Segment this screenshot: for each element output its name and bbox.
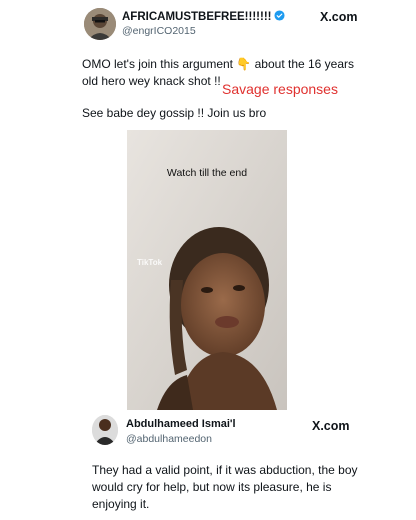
display-name[interactable]: Abdulhameed Ismai'l xyxy=(126,418,236,430)
tiktok-watermark: TikTok xyxy=(137,258,163,267)
tweet-text-secondary: See babe dey gossip !! Join us bro xyxy=(82,106,267,120)
x-brand-logo: X.com xyxy=(320,10,358,24)
video-player[interactable]: Watch till the end TikTok xyxy=(127,130,287,410)
x-brand-logo: X.com xyxy=(312,419,350,433)
user-handle[interactable]: @engrICO2015 xyxy=(122,25,196,37)
user-handle[interactable]: @abdulhameedon xyxy=(126,433,212,445)
overlay-label: Savage responses xyxy=(222,81,338,97)
verified-badge-icon xyxy=(274,10,286,21)
tweet-text: They had a valid point, if it was abduct… xyxy=(92,463,358,511)
avatar[interactable] xyxy=(92,415,118,445)
video-caption: Watch till the end xyxy=(166,167,248,179)
display-name[interactable]: AFRICAMUSTBEFREE!!!!!!! xyxy=(122,10,286,23)
avatar[interactable] xyxy=(84,8,116,40)
